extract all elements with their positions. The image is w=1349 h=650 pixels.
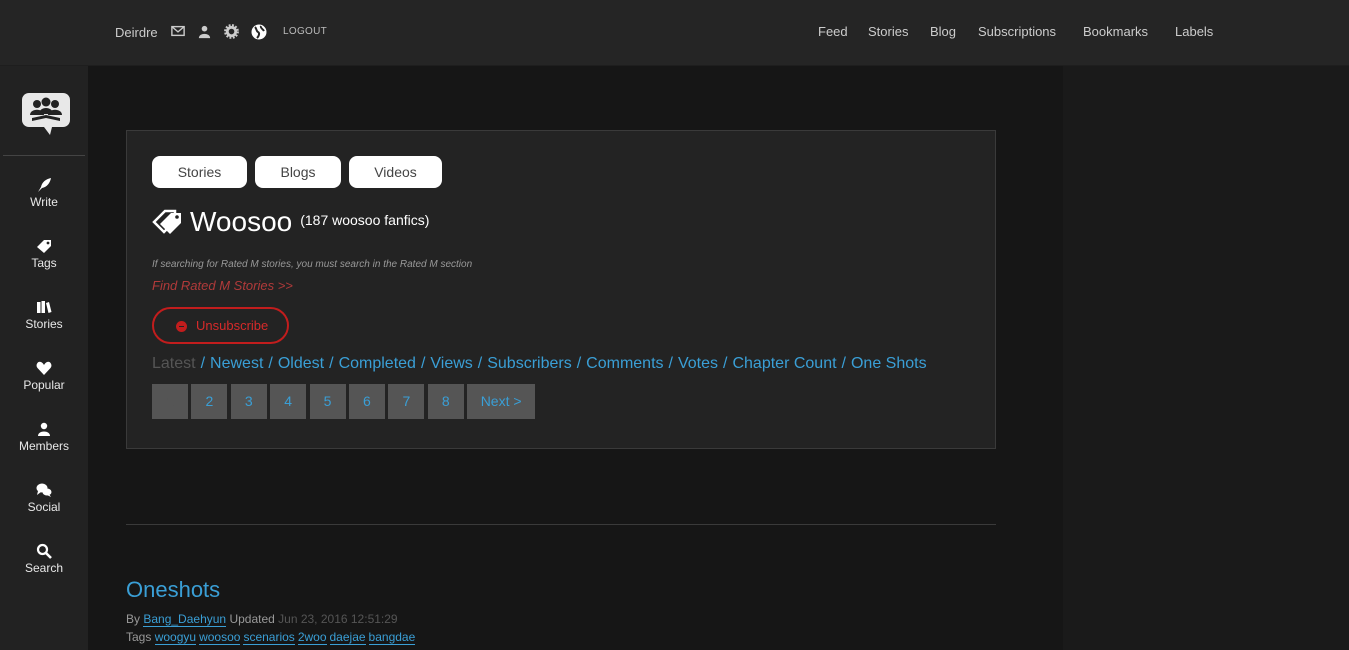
- feather-icon: [36, 177, 52, 193]
- heart-icon: [36, 360, 52, 376]
- sidebar-item-social[interactable]: Social: [0, 482, 88, 514]
- tags-label: Tags: [126, 630, 152, 644]
- sort-latest: Latest: [152, 355, 196, 372]
- story-tag-link[interactable]: 2woo: [297, 630, 327, 645]
- tags-icon: [152, 208, 184, 236]
- page-link[interactable]: 7: [388, 384, 425, 419]
- members-icon: [36, 421, 52, 437]
- top-bar: Deirdre LOGOUT Feed Stories Blog Subscri…: [0, 0, 1349, 66]
- chat-icon: [36, 482, 52, 498]
- books-icon: [36, 299, 52, 315]
- section-divider: [126, 524, 996, 525]
- tag-heading: Woosoo (187 woosoo fanfics): [152, 206, 429, 238]
- story-tag-link[interactable]: bangdae: [368, 630, 416, 645]
- tag-count: (187 woosoo fanfics): [300, 212, 430, 228]
- sort-views[interactable]: Views: [430, 355, 472, 372]
- sidebar-divider: [3, 155, 85, 156]
- tag-panel: Stories Blogs Videos Woosoo (187 woosoo …: [126, 130, 996, 449]
- sort-votes[interactable]: Votes: [678, 355, 718, 372]
- sidebar-item-tags[interactable]: Tags: [0, 238, 88, 270]
- sort-newest[interactable]: Newest: [210, 355, 263, 372]
- sort-subscribers[interactable]: Subscribers: [487, 355, 571, 372]
- sidebar-item-label: Stories: [25, 317, 63, 331]
- sidebar-item-label: Members: [18, 439, 69, 453]
- story-byline: By Bang_Daehyun Updated Jun 23, 2016 12:…: [126, 612, 398, 627]
- globe-icon[interactable]: [251, 24, 267, 40]
- story-title[interactable]: Oneshots: [126, 577, 220, 603]
- story-updated-date: Jun 23, 2016 12:51:29: [278, 612, 398, 626]
- page-link[interactable]: 3: [230, 384, 267, 419]
- nav-blog[interactable]: Blog: [930, 24, 956, 39]
- tab-blogs[interactable]: Blogs: [255, 156, 341, 188]
- story-tag-link[interactable]: scenarios: [243, 630, 295, 645]
- sort-one-shots[interactable]: One Shots: [851, 355, 927, 372]
- page-link[interactable]: 6: [348, 384, 385, 419]
- sidebar-item-label: Search: [24, 561, 64, 575]
- sidebar-item-label: Popular: [23, 378, 65, 392]
- nav-bookmarks[interactable]: Bookmarks: [1083, 24, 1148, 39]
- sort-oldest[interactable]: Oldest: [278, 355, 324, 372]
- username-link[interactable]: Deirdre: [115, 25, 158, 40]
- sort-chapter-count[interactable]: Chapter Count: [732, 355, 836, 372]
- search-icon: [36, 543, 52, 559]
- sort-comments[interactable]: Comments: [586, 355, 663, 372]
- page-link[interactable]: 4: [270, 384, 307, 419]
- page-link[interactable]: 5: [309, 384, 346, 419]
- logout-link[interactable]: LOGOUT: [283, 26, 327, 37]
- sidebar-item-popular[interactable]: Popular: [0, 360, 88, 392]
- sidebar-item-label: Social: [27, 500, 61, 514]
- story-tags: Tags woogyu woosoo scenarios 2woo daejae bang…: [126, 630, 418, 645]
- mail-icon[interactable]: [171, 24, 187, 40]
- rated-m-link[interactable]: Find Rated M Stories >>: [152, 278, 293, 293]
- story-author-link[interactable]: Bang_Daehyun: [143, 612, 227, 627]
- story-tag-link[interactable]: woosoo: [199, 630, 241, 645]
- sidebar-item-label: Tags: [31, 256, 57, 270]
- nav-labels[interactable]: Labels: [1175, 24, 1213, 39]
- updated-label: Updated: [229, 612, 275, 626]
- rated-m-note: If searching for Rated M stories, you mu…: [152, 259, 473, 270]
- tag-name: Woosoo: [190, 206, 293, 237]
- nav-stories[interactable]: Stories: [868, 24, 908, 39]
- sort-options: Latest / Newest / Oldest / Completed / Views / Sub…: [152, 355, 927, 372]
- sidebar-item-write[interactable]: Write: [0, 177, 88, 209]
- story-tag-link[interactable]: daejae: [329, 630, 366, 645]
- nav-subscriptions[interactable]: Subscriptions: [978, 24, 1056, 39]
- sidebar-item-search[interactable]: Search: [0, 543, 88, 575]
- sidebar-item-stories[interactable]: Stories: [0, 299, 88, 331]
- gear-icon[interactable]: [224, 24, 240, 40]
- next-page-button[interactable]: Next >: [467, 384, 536, 419]
- community-logo-icon[interactable]: [22, 93, 70, 137]
- minus-circle-icon: [176, 321, 187, 332]
- page-link[interactable]: 8: [427, 384, 464, 419]
- sidebar-item-members[interactable]: Members: [0, 421, 88, 453]
- by-label: By: [126, 612, 141, 626]
- sort-completed[interactable]: Completed: [339, 355, 416, 372]
- left-sidebar: Write Tags Stories Popular Members Socia…: [0, 66, 88, 650]
- story-tag-link[interactable]: woogyu: [154, 630, 197, 645]
- tab-stories[interactable]: Stories: [152, 156, 247, 188]
- nav-feed[interactable]: Feed: [818, 24, 848, 39]
- tag-icon: [36, 238, 52, 254]
- tab-videos[interactable]: Videos: [349, 156, 442, 188]
- unsubscribe-button[interactable]: Unsubscribe: [152, 307, 289, 344]
- page-link[interactable]: 2: [191, 384, 228, 419]
- unsubscribe-label: Unsubscribe: [196, 318, 269, 333]
- friends-icon[interactable]: [197, 24, 213, 40]
- page-current: 1: [152, 384, 188, 419]
- sidebar-item-label: Write: [30, 195, 58, 209]
- pagination: 1 2 3 4 5 6 7 8 Next >: [152, 384, 539, 419]
